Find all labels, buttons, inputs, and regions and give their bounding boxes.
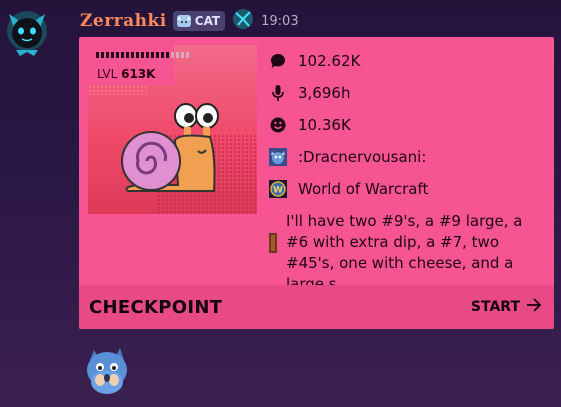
stat-last-message-value: I'll have two #9's, a #9 large, a #6 wit… (286, 212, 523, 293)
snail-artwork: LVL 613K (88, 45, 257, 214)
level-value: 613K (121, 67, 156, 81)
stat-messages-value: 102.62K (298, 52, 361, 70)
level-badge: LVL 613K (88, 45, 189, 85)
stat-last-message: I'll have two #9's, a #9 large, a #6 wit… (269, 211, 549, 295)
start-button[interactable]: START (471, 298, 542, 316)
stats-list: 102.62K 3,696h 10.36K :Dracnervousani: W… (269, 45, 549, 295)
card-footer: CHECKPOINT START (79, 285, 554, 329)
message-header: Zerrahki CAT 19:03 (80, 9, 299, 33)
arrow-right-icon (526, 298, 542, 316)
status-emoji-icon (231, 8, 255, 34)
level-progress-bar (96, 52, 189, 58)
world-of-warcraft-icon: W (269, 180, 287, 198)
svg-text:W: W (273, 186, 283, 196)
stat-emoji: :Dracnervousani: (269, 141, 549, 173)
start-button-label: START (470, 299, 520, 315)
level-text: LVL 613K (97, 67, 155, 81)
checkpoint-brand: CHECKPOINT (89, 296, 223, 318)
stat-emoji-value: :Dracnervousani: (298, 148, 427, 166)
stat-reactions-value: 10.36K (298, 116, 351, 134)
stat-voice: 3,696h (269, 77, 549, 109)
dragon-sticker[interactable] (80, 342, 134, 396)
cat-icon (176, 14, 192, 28)
role-tag-label: CAT (194, 14, 221, 28)
stat-voice-value: 3,696h (298, 84, 351, 102)
user-avatar[interactable] (6, 6, 48, 58)
stat-messages: 102.62K (269, 45, 549, 77)
speech-bubble-icon (269, 52, 287, 70)
message-marker-icon (269, 233, 277, 253)
stat-game: W World of Warcraft (269, 173, 549, 205)
timestamp: 19:03 (261, 13, 299, 29)
username[interactable]: Zerrahki (80, 11, 167, 31)
stat-game-value: World of Warcraft (298, 180, 429, 198)
microphone-icon (269, 84, 287, 102)
level-label: LVL (97, 67, 118, 81)
stat-reactions: 10.36K (269, 109, 549, 141)
profile-card: LVL 613K 102.62K 3,696h 10.36K:Dracnerv… (79, 37, 554, 329)
smiley-icon (269, 116, 287, 134)
dragon-emoji-icon (269, 148, 287, 166)
role-tag[interactable]: CAT (172, 11, 226, 31)
